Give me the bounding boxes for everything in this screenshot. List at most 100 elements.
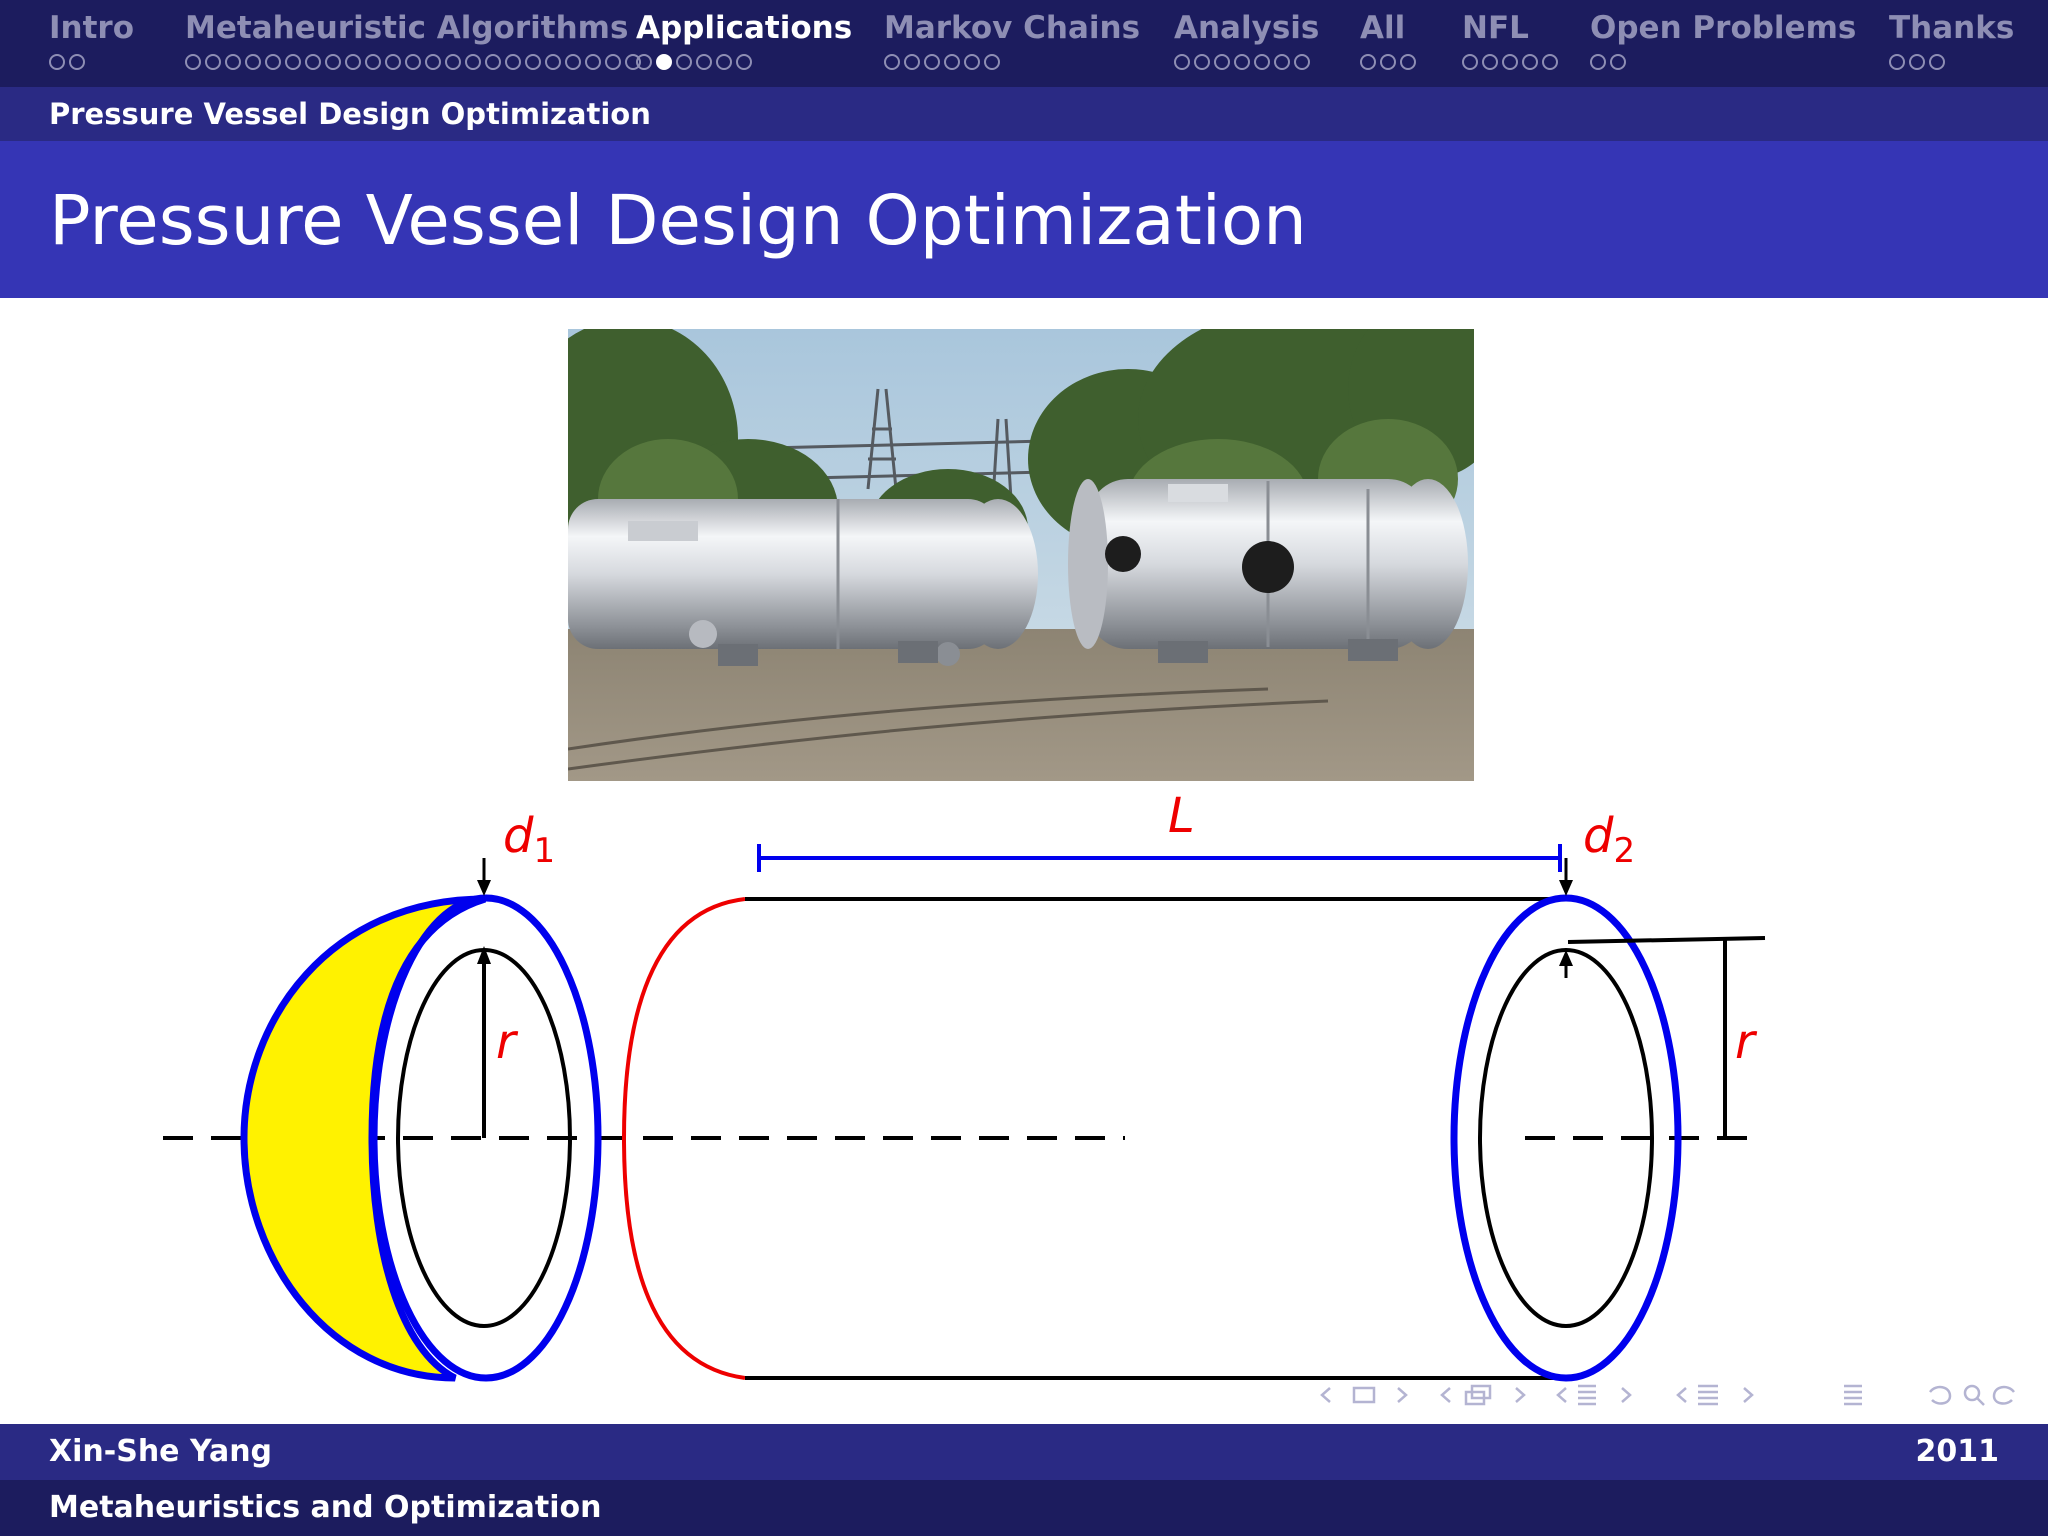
nav-dot[interactable]: [605, 54, 621, 70]
nav-section-metaheuristic-algorithms[interactable]: Metaheuristic Algorithms: [185, 6, 641, 74]
nav-dot[interactable]: [285, 54, 301, 70]
nav-section-analysis[interactable]: Analysis: [1174, 6, 1319, 74]
nav-section-label: Open Problems: [1590, 10, 1857, 46]
nav-section-label: NFL: [1462, 10, 1529, 46]
nav-dot[interactable]: [325, 54, 341, 70]
nav-dot[interactable]: [205, 54, 221, 70]
nav-dot[interactable]: [924, 54, 940, 70]
nav-dot[interactable]: [69, 54, 85, 70]
nav-dots[interactable]: [1174, 54, 1319, 74]
nav-dot[interactable]: [716, 54, 732, 70]
nav-dots[interactable]: [1360, 54, 1416, 74]
nav-dot[interactable]: [505, 54, 521, 70]
back-icon[interactable]: [1929, 1385, 1952, 1405]
nav-dot[interactable]: [1194, 54, 1210, 70]
nav-dot[interactable]: [676, 54, 692, 70]
nav-dot[interactable]: [405, 54, 421, 70]
nav-dot[interactable]: [245, 54, 261, 70]
nav-dot[interactable]: [225, 54, 241, 70]
next-section-icon[interactable]: [1621, 1387, 1632, 1403]
nav-dot[interactable]: [944, 54, 960, 70]
section-icon[interactable]: [1578, 1384, 1596, 1406]
nav-dots[interactable]: [1462, 54, 1558, 74]
cylinder-left-edge: [621, 897, 746, 1380]
nav-dot[interactable]: [1502, 54, 1518, 70]
nav-dots[interactable]: [636, 54, 852, 74]
nav-dot[interactable]: [964, 54, 980, 70]
nav-dots[interactable]: [884, 54, 1140, 74]
nav-dot[interactable]: [1294, 54, 1310, 70]
nav-dot[interactable]: [884, 54, 900, 70]
nav-dot[interactable]: [185, 54, 201, 70]
nav-dot[interactable]: [465, 54, 481, 70]
nav-dot[interactable]: [1360, 54, 1376, 70]
next-frame-icon[interactable]: [1397, 1387, 1408, 1403]
prev-frame-icon[interactable]: [1320, 1387, 1331, 1403]
nav-dot[interactable]: [385, 54, 401, 70]
nav-dot[interactable]: [696, 54, 712, 70]
nav-dot[interactable]: [1542, 54, 1558, 70]
pressure-vessels-photo: [568, 329, 1474, 781]
footer-talk-title: Metaheuristics and Optimization: [49, 1490, 602, 1525]
nav-section-markov-chains[interactable]: Markov Chains: [884, 6, 1140, 74]
nav-dot[interactable]: [1590, 54, 1606, 70]
nav-dot[interactable]: [1174, 54, 1190, 70]
frame-icon[interactable]: [1352, 1386, 1376, 1404]
nav-dot[interactable]: [565, 54, 581, 70]
nav-section-label: Intro: [49, 10, 135, 46]
nav-dots[interactable]: [1590, 54, 1856, 74]
nav-dot[interactable]: [1462, 54, 1478, 70]
nav-dot[interactable]: [525, 54, 541, 70]
nav-section-all[interactable]: All: [1360, 6, 1416, 74]
nav-dot[interactable]: [636, 54, 652, 70]
nav-dot[interactable]: [1234, 54, 1250, 70]
nav-section-nfl[interactable]: NFL: [1462, 6, 1558, 74]
nav-dot[interactable]: [1610, 54, 1626, 70]
nav-section-label: All: [1360, 10, 1406, 46]
prev-section-icon[interactable]: [1556, 1387, 1567, 1403]
nav-dot[interactable]: [1889, 54, 1905, 70]
nav-dot[interactable]: [445, 54, 461, 70]
appendix-icon[interactable]: [1844, 1384, 1862, 1406]
nav-dot[interactable]: [49, 54, 65, 70]
nav-dot[interactable]: [1909, 54, 1925, 70]
nav-dot-current[interactable]: [656, 54, 672, 70]
nav-section-applications[interactable]: Applications: [636, 6, 852, 74]
nav-dot[interactable]: [425, 54, 441, 70]
footer-author-bar: Xin-She Yang 2011: [0, 1424, 2048, 1480]
nav-section-open-problems[interactable]: Open Problems: [1590, 6, 1856, 74]
nav-dot[interactable]: [1254, 54, 1270, 70]
nav-dots[interactable]: [185, 54, 641, 74]
nav-dot[interactable]: [265, 54, 281, 70]
nav-dot[interactable]: [1274, 54, 1290, 70]
nav-dot[interactable]: [345, 54, 361, 70]
next-doc-icon[interactable]: [1743, 1387, 1754, 1403]
nav-dot[interactable]: [485, 54, 501, 70]
prev-doc-icon[interactable]: [1676, 1387, 1687, 1403]
next-subsection-icon[interactable]: [1515, 1387, 1526, 1403]
nav-dot[interactable]: [1380, 54, 1396, 70]
nav-dot[interactable]: [305, 54, 321, 70]
nav-dot[interactable]: [904, 54, 920, 70]
document-icon[interactable]: [1698, 1384, 1718, 1406]
prev-subsection-icon[interactable]: [1440, 1387, 1451, 1403]
nav-dots[interactable]: [49, 54, 134, 74]
subsection-icon[interactable]: [1464, 1384, 1492, 1406]
nav-dot[interactable]: [365, 54, 381, 70]
nav-section-thanks[interactable]: Thanks: [1889, 6, 2014, 74]
nav-dot[interactable]: [545, 54, 561, 70]
nav-dot[interactable]: [1400, 54, 1416, 70]
nav-dot[interactable]: [984, 54, 1000, 70]
nav-dot[interactable]: [1522, 54, 1538, 70]
nav-dots[interactable]: [1889, 54, 2014, 74]
nav-section-intro[interactable]: Intro: [49, 6, 134, 74]
subsection-bar: Pressure Vessel Design Optimization: [0, 87, 2048, 141]
nav-dot[interactable]: [1214, 54, 1230, 70]
search-icon[interactable]: [1963, 1384, 1985, 1406]
nav-dot[interactable]: [1929, 54, 1945, 70]
nav-dot[interactable]: [585, 54, 601, 70]
nav-dot[interactable]: [736, 54, 752, 70]
pressure-vessel-diagram: d1 d2 L r r: [0, 788, 2048, 1390]
forward-icon[interactable]: [1992, 1385, 2015, 1405]
nav-dot[interactable]: [1482, 54, 1498, 70]
